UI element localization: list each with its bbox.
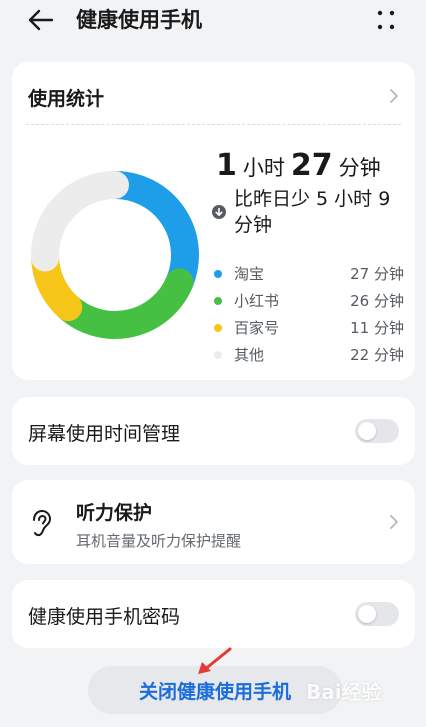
usage-stats-header[interactable]: 使用统计	[12, 62, 415, 124]
divider	[26, 124, 401, 125]
legend-name: 百家号	[234, 319, 280, 337]
donut-segment-小红书	[54, 268, 194, 339]
legend-dot	[214, 350, 222, 359]
usage-stats-title: 使用统计	[28, 88, 105, 110]
more-vertical-icon	[377, 10, 395, 30]
legend-value: 22 分钟	[350, 346, 404, 364]
total-minutes: 27	[290, 148, 333, 183]
screen-time-management-row[interactable]: 屏幕使用时间管理	[12, 397, 415, 465]
usage-stats-card: 使用统计 1 小时 27 分钟 比昨日少 5 小时 9 分钟 淘宝 27 分钟 小红书…	[12, 62, 415, 380]
hearing-protection-row[interactable]: 听力保护 耳机音量及听力保护提醒	[12, 480, 415, 564]
chevron-right-icon	[390, 515, 398, 529]
legend-value: 11 分钟	[350, 319, 404, 337]
legend-item: 小红书 26 分钟	[214, 287, 404, 314]
more-options-button[interactable]	[374, 8, 398, 32]
header: 健康使用手机	[0, 0, 426, 40]
usage-donut-chart	[31, 171, 199, 339]
legend-item: 其他 22 分钟	[214, 341, 404, 368]
legend-dot	[214, 296, 222, 305]
compare-text: 比昨日少 5 小时 9 分钟	[234, 188, 391, 236]
minutes-unit: 分钟	[338, 156, 381, 180]
total-usage-time: 1 小时 27 分钟	[216, 148, 387, 183]
legend-item: 百家号 11 分钟	[214, 314, 404, 341]
donut-segment-淘宝	[101, 171, 199, 297]
legend-value: 27 分钟	[350, 265, 404, 283]
hours-unit: 小时	[242, 156, 285, 180]
page-title: 健康使用手机	[76, 8, 202, 32]
legend-name: 其他	[234, 346, 265, 364]
hearing-title: 听力保护	[76, 502, 153, 524]
app-usage-legend: 淘宝 27 分钟 小红书 26 分钟 百家号 11 分钟 其他 22 分钟	[214, 260, 404, 368]
chevron-right-icon	[390, 89, 398, 103]
annotation-arrow-icon	[198, 647, 232, 674]
password-toggle[interactable]	[355, 602, 399, 626]
screen-time-label: 屏幕使用时间管理	[28, 423, 181, 445]
legend-name: 小红书	[234, 292, 280, 310]
back-button[interactable]	[26, 6, 56, 34]
legend-item: 淘宝 27 分钟	[214, 260, 404, 287]
legend-dot	[214, 269, 222, 278]
arrow-left-icon	[28, 9, 54, 31]
total-hours: 1	[216, 148, 237, 183]
legend-value: 26 分钟	[350, 292, 404, 310]
compare-yesterday: 比昨日少 5 小时 9 分钟	[212, 186, 408, 238]
toggle-knob	[358, 605, 376, 623]
donut-segment-其他	[31, 171, 129, 272]
screen-time-toggle[interactable]	[355, 419, 399, 443]
arrow-down-circle-icon	[212, 205, 226, 219]
legend-dot	[214, 323, 222, 332]
toggle-knob	[358, 422, 376, 440]
ear-icon	[33, 509, 52, 537]
legend-name: 淘宝	[234, 265, 265, 283]
watermark: Bai经验	[306, 680, 382, 704]
password-label: 健康使用手机密码	[28, 606, 181, 628]
password-row[interactable]: 健康使用手机密码	[12, 580, 415, 648]
hearing-subtitle: 耳机音量及听力保护提醒	[76, 532, 242, 550]
